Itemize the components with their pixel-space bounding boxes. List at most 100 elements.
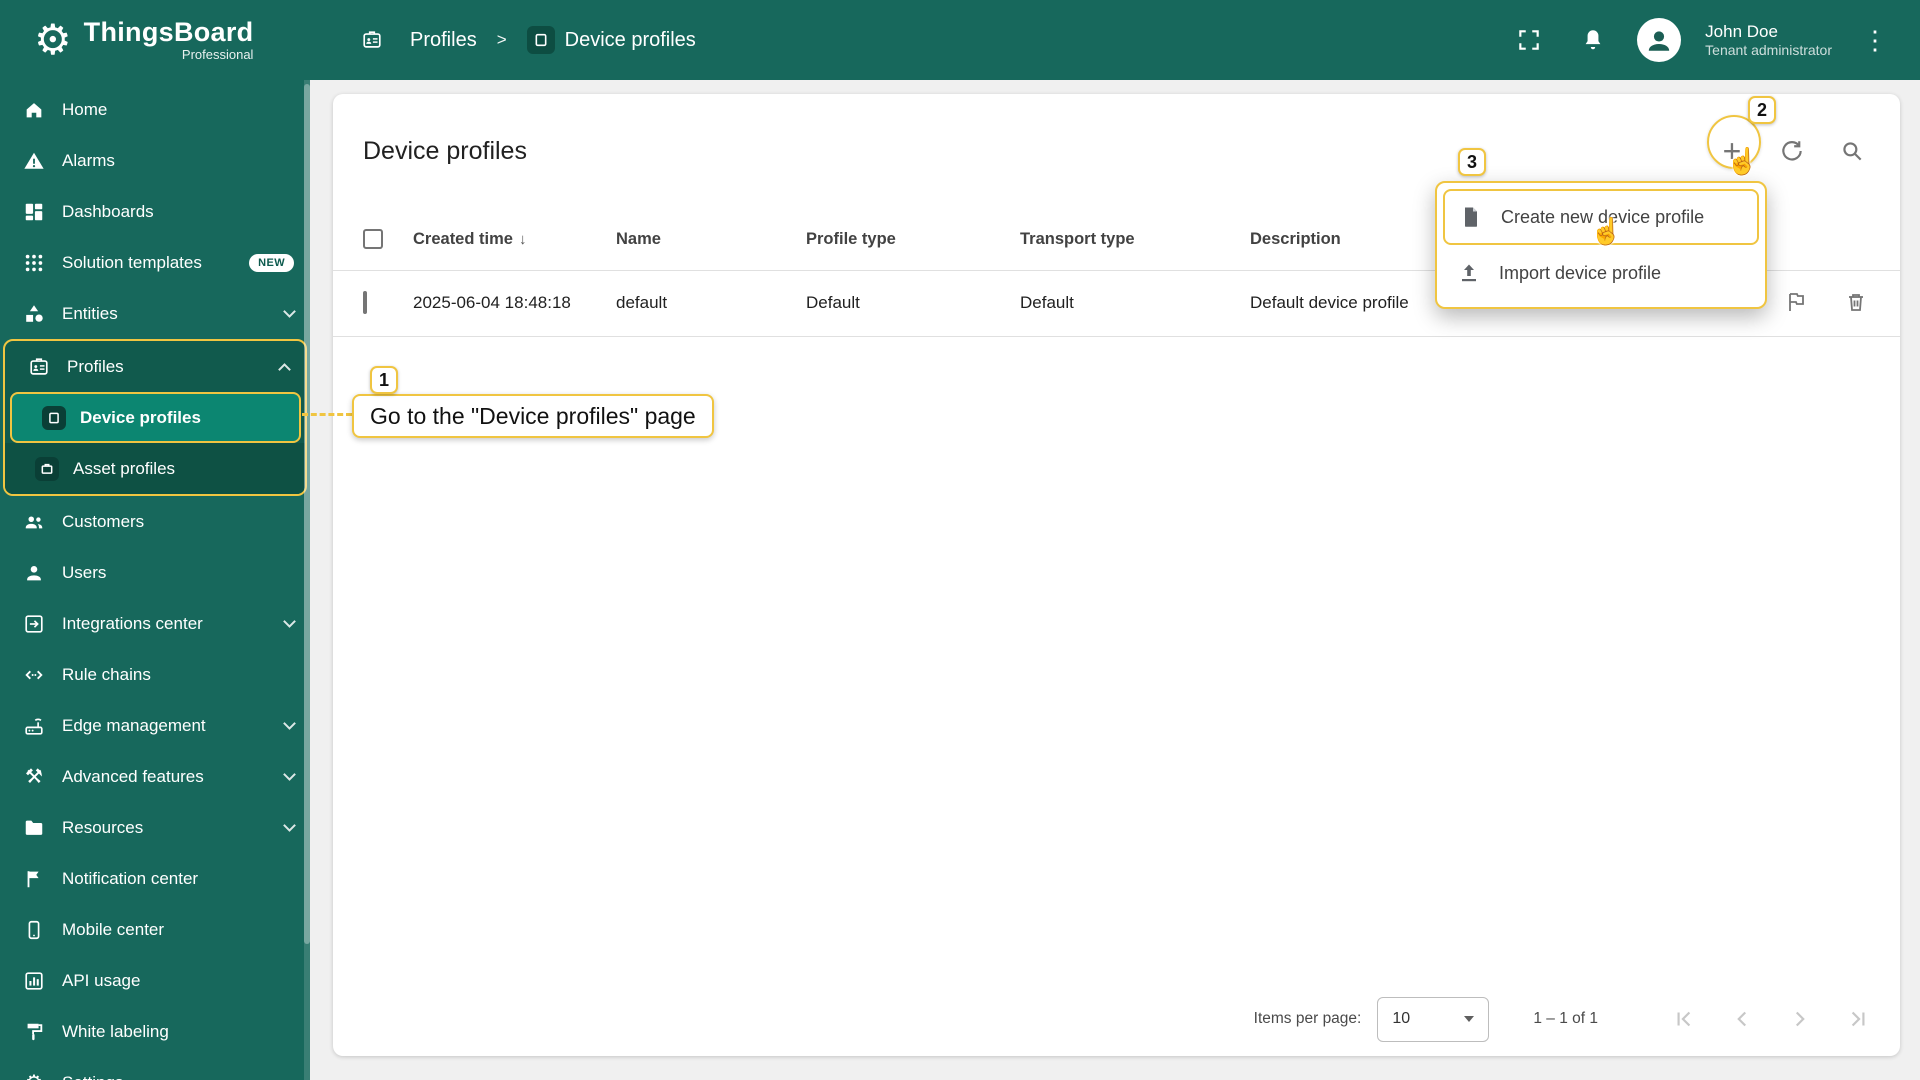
sort-desc-icon: ↓ xyxy=(518,230,527,248)
cursor-hand-icon: ☝ xyxy=(1590,216,1623,246)
items-per-page-label: Items per page: xyxy=(1253,1010,1362,1027)
sidebar-group-profiles: Profiles Device profiles Asset profiles xyxy=(3,339,307,496)
sidebar-item-label: Solution templates xyxy=(62,252,202,272)
sidebar-item-label: Customers xyxy=(62,511,145,531)
sidebar-item-label: Alarms xyxy=(62,150,115,170)
cell-created-time: 2025-06-04 18:48:18 xyxy=(413,293,571,312)
kebab-menu-icon[interactable]: ⋮ xyxy=(1856,25,1894,56)
resources-icon xyxy=(22,816,46,840)
search-button[interactable] xyxy=(1832,131,1872,171)
menu-item-import-device-profile[interactable]: Import device profile xyxy=(1443,245,1759,301)
sidebar-item-settings[interactable]: ⚙ Settings xyxy=(0,1057,310,1080)
cursor-hand-icon: ☝ xyxy=(1726,146,1759,176)
sidebar-item-label: Notification center xyxy=(62,868,199,888)
app-logo[interactable]: ⚙ ThingsBoard Professional xyxy=(0,17,310,62)
first-page-button[interactable] xyxy=(1660,995,1708,1043)
sidebar-item-label: API usage xyxy=(62,970,141,990)
last-page-button[interactable] xyxy=(1834,995,1882,1043)
user-name: John Doe xyxy=(1705,21,1778,41)
row-checkbox[interactable] xyxy=(363,291,367,314)
refresh-button[interactable] xyxy=(1772,131,1812,171)
sidebar-item-home[interactable]: Home xyxy=(0,84,310,135)
sidebar-item-rule-chains[interactable]: Rule chains xyxy=(0,649,310,700)
sidebar-item-label: Asset profiles xyxy=(73,458,176,478)
step2-badge: 2 xyxy=(1748,96,1776,124)
user-avatar[interactable] xyxy=(1637,18,1682,62)
cell-profile-type: Default xyxy=(806,293,860,312)
select-dropdown-icon xyxy=(1464,1016,1475,1022)
sidebar-item-asset-profiles[interactable]: Asset profiles xyxy=(5,443,305,494)
user-role: Tenant administrator xyxy=(1705,41,1832,58)
step1-connector-line xyxy=(302,413,352,416)
file-icon xyxy=(1465,207,1477,227)
chevron-down-icon xyxy=(283,615,296,628)
users-icon xyxy=(22,561,46,585)
column-header-profile-type[interactable]: Profile type xyxy=(798,230,1012,249)
sidebar-item-white-labeling[interactable]: White labeling xyxy=(0,1006,310,1057)
alarms-icon xyxy=(22,149,46,173)
sidebar-item-label: Resources xyxy=(62,817,144,837)
integrations-icon xyxy=(22,612,46,636)
sidebar-item-resources[interactable]: Resources xyxy=(0,802,310,853)
set-default-flag-button[interactable] xyxy=(1784,290,1810,316)
settings-icon: ⚙ xyxy=(22,1071,46,1080)
sidebar-item-advanced-features[interactable]: ⚒ Advanced features xyxy=(0,751,310,802)
sidebar-item-mobile-center[interactable]: Mobile center xyxy=(0,904,310,955)
entities-icon xyxy=(22,302,46,326)
cell-name: default xyxy=(616,293,668,312)
sidebar-item-label: White labeling xyxy=(62,1021,169,1041)
chevron-down-icon xyxy=(283,819,296,832)
step1-label: Go to the "Device profiles" page xyxy=(352,394,714,438)
sidebar-item-alarms[interactable]: Alarms xyxy=(0,135,310,186)
chevron-down-icon xyxy=(283,305,296,318)
white-labeling-icon xyxy=(22,1020,46,1044)
sidebar-item-solution-templates[interactable]: Solution templates NEW xyxy=(0,237,310,288)
sidebar-item-label: Entities xyxy=(62,303,118,323)
items-per-page-select[interactable]: 10 xyxy=(1377,996,1490,1042)
sidebar-item-edge-management[interactable]: Edge management xyxy=(0,700,310,751)
device-profile-icon xyxy=(526,26,555,54)
sidebar-item-label: Dashboards xyxy=(62,201,154,221)
sidebar-item-users[interactable]: Users xyxy=(0,547,310,598)
breadcrumb-label: Profiles xyxy=(410,28,477,51)
next-page-button[interactable] xyxy=(1776,995,1824,1043)
customers-icon xyxy=(22,510,46,534)
topbar: ⚙ ThingsBoard Professional Profiles > De… xyxy=(0,0,1920,80)
asset-profiles-icon xyxy=(35,456,59,481)
sidebar: Home Alarms Dashboards Solution template… xyxy=(0,80,310,1080)
column-header-transport-type[interactable]: Transport type xyxy=(1012,230,1242,249)
chevron-down-icon xyxy=(283,717,296,730)
sidebar-item-entities[interactable]: Entities xyxy=(0,288,310,339)
sidebar-item-profiles[interactable]: Profiles xyxy=(5,341,305,392)
sidebar-item-device-profiles[interactable]: Device profiles xyxy=(10,392,301,443)
sidebar-item-customers[interactable]: Customers xyxy=(0,496,310,547)
user-menu[interactable]: John Doe Tenant administrator xyxy=(1705,21,1832,60)
api-usage-icon xyxy=(22,969,46,993)
notifications-bell-button[interactable] xyxy=(1573,20,1613,60)
sidebar-item-label: Integrations center xyxy=(62,613,203,633)
column-header-name[interactable]: Name xyxy=(608,230,798,249)
sidebar-item-api-usage[interactable]: API usage xyxy=(0,955,310,1006)
sidebar-scrollbar[interactable] xyxy=(304,80,310,1080)
solution-templates-icon xyxy=(22,251,46,275)
paginator: Items per page: 10 1 – 1 of 1 xyxy=(333,982,1900,1056)
sidebar-item-dashboards[interactable]: Dashboards xyxy=(0,186,310,237)
sidebar-item-integrations-center[interactable]: Integrations center xyxy=(0,598,310,649)
sidebar-item-notification-center[interactable]: Notification center xyxy=(0,853,310,904)
sidebar-item-label: Rule chains xyxy=(62,664,151,684)
breadcrumb-separator: > xyxy=(496,30,507,49)
sidebar-item-label: Mobile center xyxy=(62,919,165,939)
delete-button[interactable] xyxy=(1844,290,1870,316)
previous-page-button[interactable] xyxy=(1718,995,1766,1043)
step3-badge: 3 xyxy=(1458,148,1486,176)
select-all-checkbox[interactable] xyxy=(363,229,383,249)
sidebar-item-label: Advanced features xyxy=(62,766,204,786)
sidebar-item-label: Profiles xyxy=(67,356,124,376)
breadcrumb-profiles[interactable]: Profiles xyxy=(360,28,477,52)
column-header-created-time[interactable]: Created time ↓ xyxy=(405,230,608,249)
fullscreen-button[interactable] xyxy=(1509,20,1549,60)
breadcrumb-device-profiles[interactable]: Device profiles xyxy=(526,26,696,54)
advanced-features-icon: ⚒ xyxy=(25,766,43,788)
page-range-label: 1 – 1 of 1 xyxy=(1533,1010,1598,1027)
page-title: Device profiles xyxy=(363,136,527,165)
